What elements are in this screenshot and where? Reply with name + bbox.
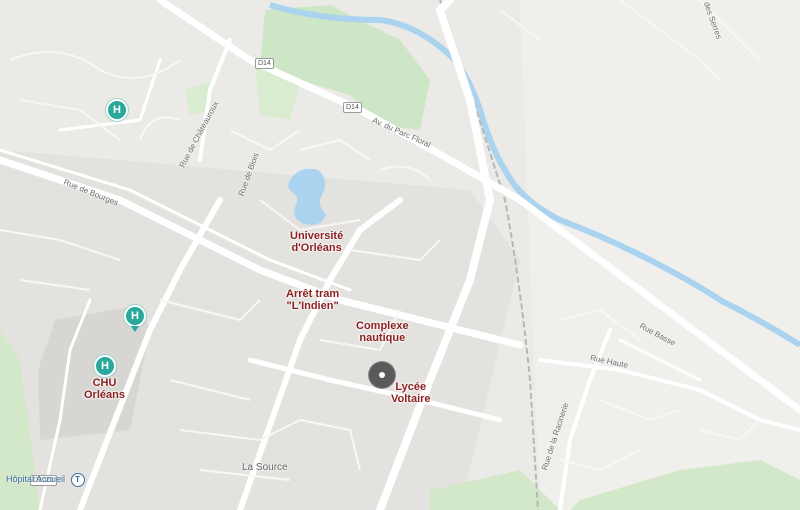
location-marker-icon[interactable] bbox=[369, 362, 395, 388]
poi-chu-line2: Orléans bbox=[84, 389, 125, 401]
marker-center-dot bbox=[379, 372, 385, 378]
poi-complexe-nautique[interactable]: Complexe nautique bbox=[356, 320, 409, 344]
map-base-layer bbox=[0, 0, 800, 510]
poi-arret-tram[interactable]: Arrêt tram "L'Indien" bbox=[286, 288, 339, 312]
poi-universite-line1: Université bbox=[290, 230, 344, 242]
poi-lycee-voltaire[interactable]: Lycée Voltaire bbox=[391, 381, 431, 405]
poi-universite-line2: d'Orléans bbox=[291, 242, 342, 254]
poi-complexe-line2: nautique bbox=[359, 332, 406, 344]
poi-complexe-line1: Complexe bbox=[356, 320, 409, 332]
poi-universite-orleans[interactable]: Université d'Orléans bbox=[290, 230, 343, 254]
poi-chu-line1: CHU bbox=[92, 377, 117, 389]
poi-arret-tram-line2: "L'Indien" bbox=[286, 300, 339, 312]
hospital-icon[interactable]: H bbox=[124, 305, 146, 332]
hospital-icon[interactable]: H bbox=[106, 99, 128, 121]
poi-chu-orleans[interactable]: CHU Orléans bbox=[84, 377, 125, 401]
map-canvas[interactable]: D14 D14 D2020 Av. du Parc Floral Rue de … bbox=[0, 0, 800, 510]
road-shield-d14-south: D14 bbox=[343, 102, 362, 113]
place-label-la-source: La Source bbox=[242, 462, 288, 473]
hospital-icon[interactable]: H bbox=[94, 355, 116, 377]
tram-stop-hopital-accueil[interactable]: Hôpital Accueil T bbox=[6, 473, 85, 487]
poi-lycee-line1: Lycée bbox=[395, 381, 427, 393]
road-shield-d14-north: D14 bbox=[255, 58, 274, 69]
poi-lycee-line2: Voltaire bbox=[391, 393, 431, 405]
poi-arret-tram-line1: Arrêt tram bbox=[286, 288, 340, 300]
tram-stop-label: Hôpital Accueil bbox=[6, 474, 66, 484]
tram-icon: T bbox=[70, 473, 85, 487]
